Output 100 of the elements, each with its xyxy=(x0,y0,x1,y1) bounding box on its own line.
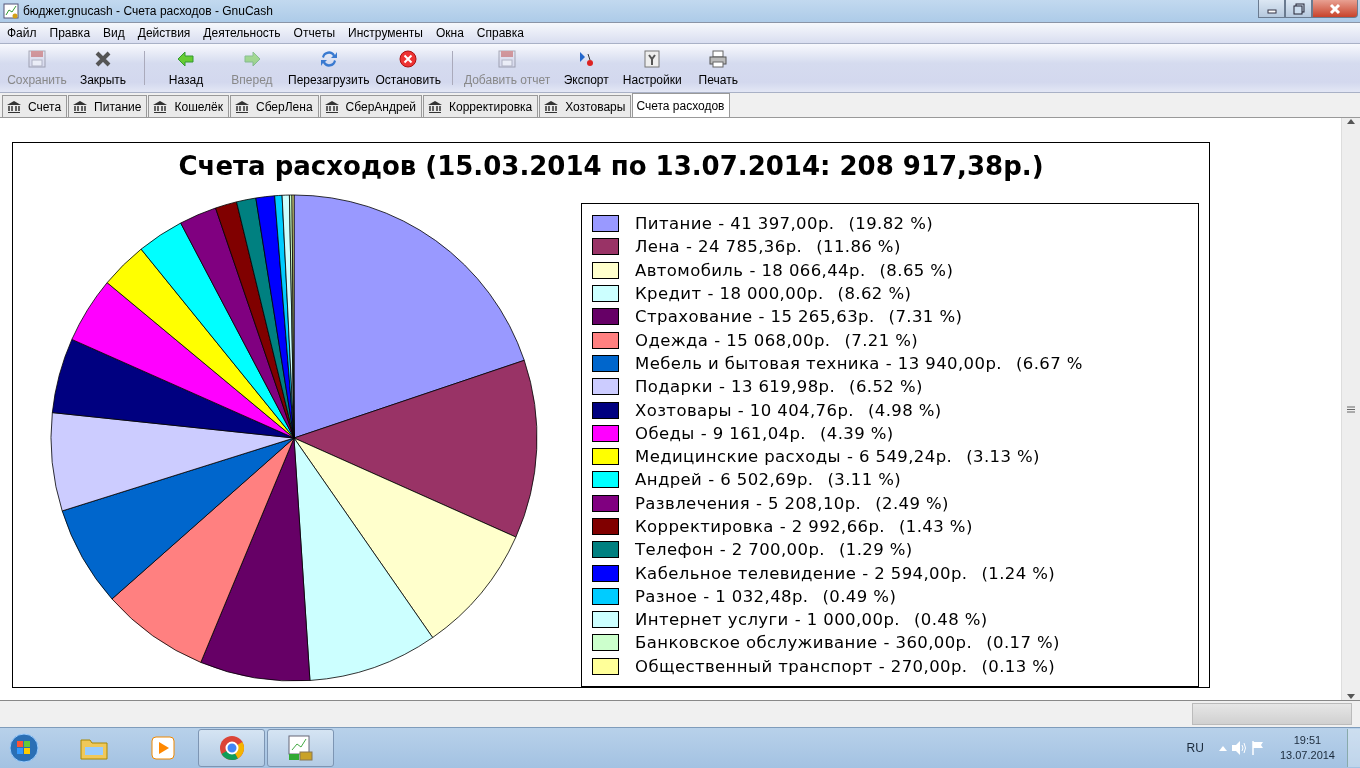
legend-label: Подарки xyxy=(635,377,713,397)
chart-title: Счета расходов (15.03.2014 по 13.07.2014: 208 917,38р.) xyxy=(178,150,1044,183)
legend-label: Корректировка xyxy=(635,517,774,536)
window-title: бюджет.gnucash - Счета расходов - GnuCash xyxy=(23,4,273,18)
chart-app-icon xyxy=(3,3,19,19)
play-icon xyxy=(148,734,177,762)
tab[interactable]: Питание xyxy=(68,95,148,117)
stop-icon xyxy=(398,49,419,69)
bank-icon xyxy=(543,99,560,114)
menu-item[interactable]: Деятельность xyxy=(203,26,281,40)
legend-percent: (7.21 %) xyxy=(844,330,919,350)
legend-label: Интернет услуги xyxy=(635,610,789,630)
show-desktop-button[interactable] xyxy=(1347,729,1360,767)
legend-percent: (1.24 %) xyxy=(981,563,1056,583)
menu-item[interactable]: Инструменты xyxy=(348,26,423,40)
tab[interactable]: Корректировка xyxy=(423,95,539,117)
legend-amount: - 2 700,00р. xyxy=(719,540,825,560)
legend-percent: (0.48 %) xyxy=(913,610,988,630)
menu-item[interactable]: Отчеты xyxy=(293,26,336,40)
legend-percent: (2.49 %) xyxy=(875,493,949,513)
legend-percent: (3.13 %) xyxy=(966,447,1040,467)
browser-icon xyxy=(217,734,246,762)
scroll-grip-icon[interactable] xyxy=(1347,405,1355,413)
bank-icon xyxy=(323,99,340,114)
options-button[interactable]: Настройки xyxy=(619,47,686,89)
restore-button[interactable] xyxy=(1285,0,1312,18)
legend-amount: - 18 066,44р. xyxy=(749,260,866,280)
legend-amount: - 6 502,69р. xyxy=(708,470,814,490)
menu-item[interactable]: Файл xyxy=(7,26,37,40)
settings-icon xyxy=(642,49,663,69)
reload-button[interactable]: Перезагрузить xyxy=(285,47,373,89)
legend-percent: (1.43 %) xyxy=(899,517,973,536)
browser-taskbar-button[interactable] xyxy=(198,729,265,767)
language-indicator[interactable]: RU xyxy=(1186,741,1204,755)
menu-item[interactable]: Справка xyxy=(476,26,524,40)
stop-button[interactable]: Остановить xyxy=(372,47,444,89)
menu-item[interactable]: Правка xyxy=(49,26,91,40)
menu-item[interactable]: Действия xyxy=(137,26,191,40)
legend-amount: - 2 992,66р. xyxy=(779,517,885,536)
forward-arrow-icon xyxy=(242,49,262,69)
flag-icon[interactable] xyxy=(1249,740,1266,756)
legend-amount: - 360,00р. xyxy=(883,633,973,653)
legend-amount: - 9 161,04р. xyxy=(700,423,806,443)
show-hidden-icons-icon[interactable] xyxy=(1217,744,1228,752)
export-button[interactable]: Экспорт xyxy=(553,47,620,89)
legend-percent: (3.11 %) xyxy=(827,470,902,490)
tab[interactable]: Хозтовары xyxy=(539,95,632,117)
finance-taskbar-button[interactable] xyxy=(267,729,334,767)
menu-item[interactable]: Вид xyxy=(103,26,125,40)
legend-amount: - 270,00р. xyxy=(878,656,968,676)
legend-amount: - 5 208,10р. xyxy=(756,493,862,513)
legend-label: Лена xyxy=(635,237,681,257)
back-button[interactable]: Назад xyxy=(153,47,219,89)
legend-label: Медицинские расходы xyxy=(635,447,841,467)
legend-label: Общественный транспорт xyxy=(635,656,873,676)
bank-icon xyxy=(233,99,250,114)
legend-amount: - 10 404,76р. xyxy=(737,400,854,420)
legend-label: Кабельное телевидение xyxy=(635,563,857,583)
legend-label: Хозтовары xyxy=(635,400,732,420)
legend-amount: - 41 397,00р. xyxy=(718,214,835,234)
close-button[interactable]: Закрыть xyxy=(70,47,136,89)
tab[interactable]: СберЛена xyxy=(229,95,319,117)
bank-icon xyxy=(72,99,89,114)
legend-amount: - 18 000,00р. xyxy=(707,284,824,304)
minimize-button[interactable] xyxy=(1258,0,1285,18)
clock-date[interactable]: 13.07.2014 xyxy=(1279,748,1335,763)
tab[interactable]: Счета xyxy=(2,95,68,117)
legend-label: Андрей xyxy=(635,470,703,490)
bank-icon xyxy=(427,99,443,114)
legend-label: Питание xyxy=(635,214,713,234)
legend-percent: (8.65 %) xyxy=(879,260,954,280)
legend-amount: - 13 619,98р. xyxy=(719,377,836,397)
legend-percent: (11.86 %) xyxy=(816,237,901,257)
legend-amount: - 1 000,00р. xyxy=(794,610,900,630)
tab[interactable]: СберАндрей xyxy=(319,95,422,117)
tab[interactable]: Кошелёк xyxy=(148,95,229,117)
legend-label: Развлечения xyxy=(635,493,750,513)
vertical-scrollbar[interactable] xyxy=(1341,118,1360,700)
legend-label: Автомобиль xyxy=(635,260,744,280)
clock-time[interactable]: 19:51 xyxy=(1293,733,1322,748)
legend-percent: (1.29 %) xyxy=(838,540,913,560)
legend-amount: - 2 594,00р. xyxy=(862,563,968,583)
close-icon xyxy=(1328,2,1342,15)
printer-icon xyxy=(708,49,729,69)
close-button[interactable] xyxy=(1312,0,1358,18)
legend-amount: - 15 068,00р. xyxy=(714,330,831,350)
legend-percent: (6.52 %) xyxy=(849,377,923,397)
tab[interactable]: Счета расходов xyxy=(632,93,731,117)
legend-label: Страхование xyxy=(635,307,753,327)
speaker-icon[interactable] xyxy=(1229,740,1248,756)
legend-label: Мебель и бытовая техника xyxy=(635,353,880,373)
bank-icon xyxy=(6,99,22,114)
print-button[interactable]: Печать xyxy=(685,47,752,89)
scroll-up-icon[interactable] xyxy=(1347,118,1355,124)
legend-amount: - 15 265,63р. xyxy=(758,307,875,327)
legend-label: Разное xyxy=(635,586,698,606)
legend-percent: (8.62 %) xyxy=(837,284,912,304)
menu-item[interactable]: Окна xyxy=(435,26,464,40)
legend-label: Банковское обслуживание xyxy=(635,633,878,653)
legend-label: Кредит xyxy=(635,284,702,304)
